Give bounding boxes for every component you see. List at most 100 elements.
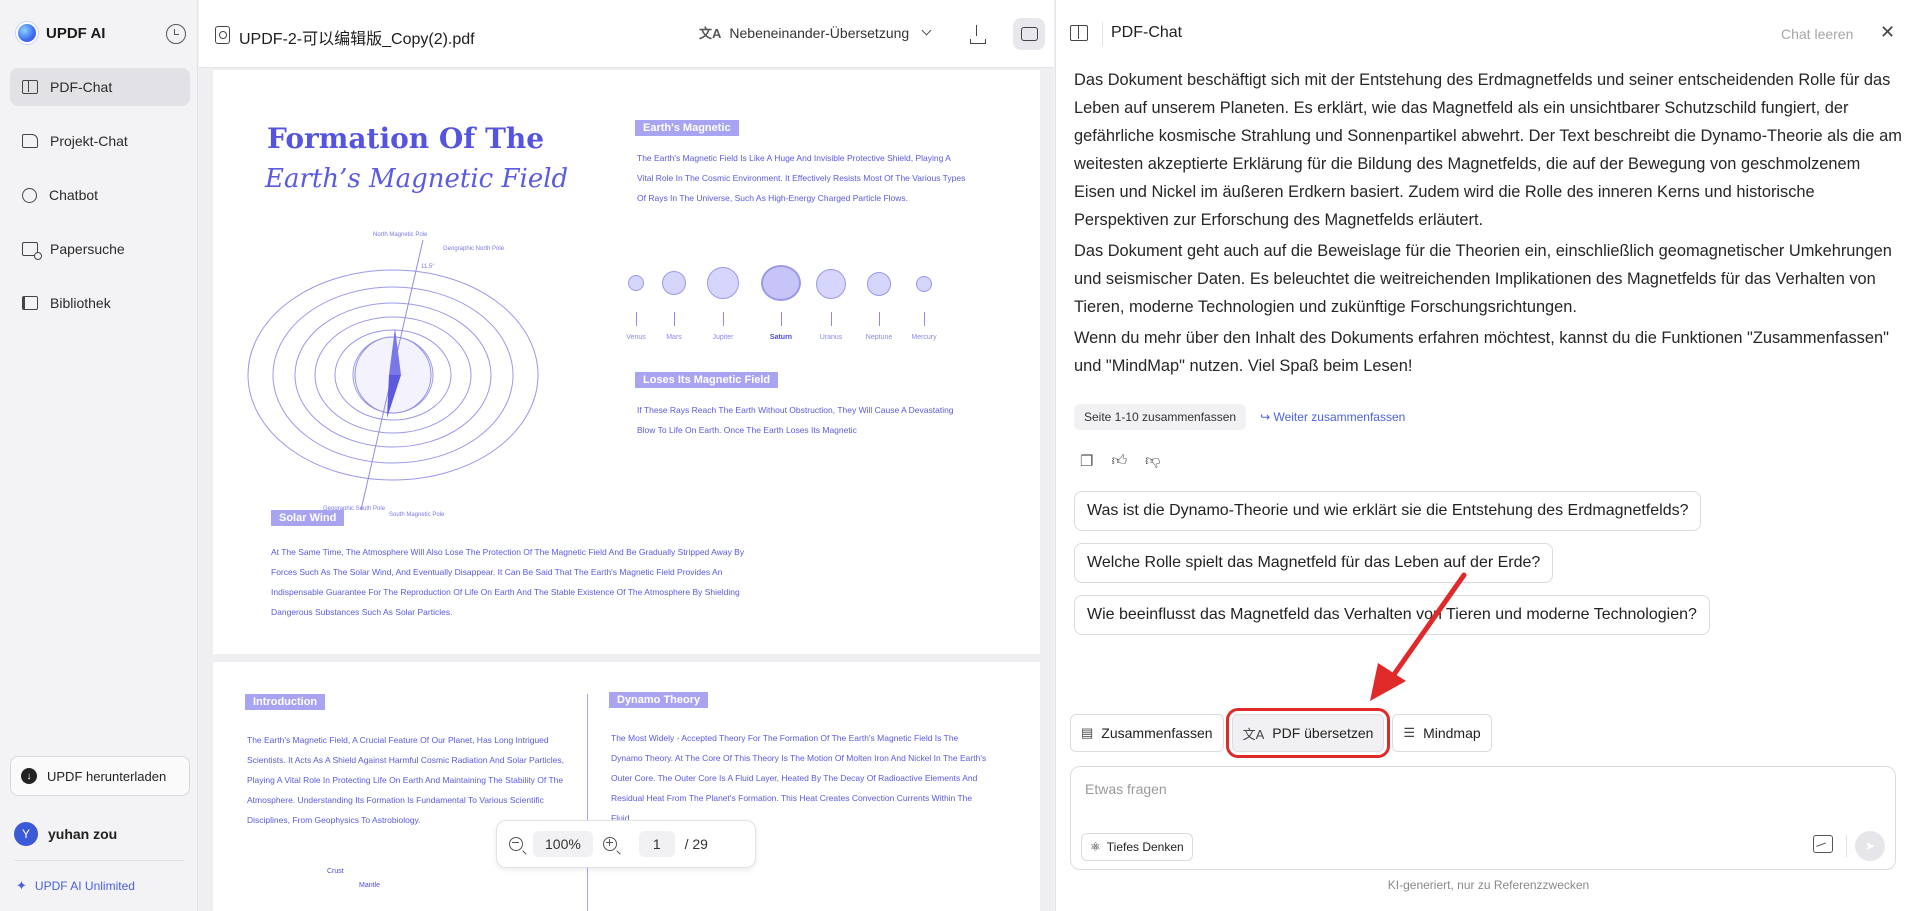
plan-link[interactable]: ✦ UPDF AI Unlimited xyxy=(16,878,135,894)
column-divider xyxy=(587,694,588,911)
download-label: UPDF herunterladen xyxy=(47,768,167,784)
summarize-pages-chip[interactable]: Seite 1-10 zusammenfassen xyxy=(1074,404,1247,430)
mindmap-label: Mindmap xyxy=(1423,725,1481,741)
chevron-down-icon xyxy=(921,25,932,36)
feedback-row: ❐ 👍︎ 👎︎ xyxy=(1080,452,1160,470)
brand[interactable]: UPDF AI xyxy=(16,22,105,44)
suggested-question[interactable]: Was ist die Dynamo-Theorie und wie erklä… xyxy=(1074,491,1702,531)
translate-icon: 文A xyxy=(699,26,722,41)
summarize-button[interactable]: ▤ Zusammenfassen xyxy=(1070,714,1224,752)
sidebar-item-label: Projekt-Chat xyxy=(50,133,128,149)
planet-label: Uranus xyxy=(819,334,843,341)
book-icon[interactable] xyxy=(1070,25,1088,41)
sparkle-icon: ✦ xyxy=(16,878,27,893)
planet-venus xyxy=(628,275,644,291)
planet-label: Mars xyxy=(666,334,682,341)
sidebar-item-project-chat[interactable]: Projekt-Chat xyxy=(10,122,190,160)
sidebar-item-library[interactable]: Bibliothek xyxy=(10,284,190,322)
ai-disclaimer: KI-generiert, nur zu Referenzzwecken xyxy=(1387,878,1590,892)
page-title-line2: Earth’s Magnetic Field xyxy=(265,164,569,194)
user-profile[interactable]: Y yuhan zou xyxy=(14,822,117,846)
planet-row: Venus Mars Jupiter Saturn Uranus Neptune… xyxy=(621,260,941,360)
history-icon[interactable] xyxy=(166,24,186,44)
chat-header: PDF-Chat Chat leeren ✕ xyxy=(1056,0,1920,68)
thumbs-down-icon[interactable]: 👎︎ xyxy=(1145,452,1160,470)
sidebar: UPDF AI PDF-Chat Projekt-Chat Chatbot Pa… xyxy=(0,0,198,911)
arrow-right-icon: ↪ xyxy=(1260,410,1274,424)
section-tag-introduction: Introduction xyxy=(245,694,326,710)
chat-input[interactable] xyxy=(1085,781,1865,797)
folder-icon xyxy=(22,134,38,148)
page-total: / 29 xyxy=(684,836,708,852)
pdf-file-icon xyxy=(215,26,230,44)
chat-input-box: ⚛ Tiefes Denken ➤ xyxy=(1070,766,1896,870)
document-title: UPDF-2-可以编辑版_Copy(2).pdf xyxy=(239,31,475,48)
section-tag-earths-magnetic: Earth's Magnetic xyxy=(635,120,739,136)
download-icon[interactable] xyxy=(965,22,989,46)
translation-mode-dropdown[interactable]: 文A Nebeneinander-Übersetzung xyxy=(699,23,932,42)
angle-label: 11.5° xyxy=(421,264,435,270)
pdf-viewer: UPDF-2-可以编辑版_Copy(2).pdf 文A Nebeneinande… xyxy=(199,0,1054,911)
plan-label: UPDF AI Unlimited xyxy=(34,879,135,893)
divider xyxy=(1102,22,1103,46)
planet-label: Neptune xyxy=(865,334,893,341)
pdf-page-2: Introduction The Earth's Magnetic Field,… xyxy=(213,662,1040,911)
paragraph-introduction: The Earth's Magnetic Field, A Crucial Fe… xyxy=(247,735,565,825)
sidebar-item-pdf-chat[interactable]: PDF-Chat xyxy=(10,68,190,106)
bot-icon xyxy=(22,187,37,203)
suggested-question[interactable]: Welche Rolle spielt das Magnetfeld für d… xyxy=(1074,543,1554,583)
planet-uranus xyxy=(816,269,846,299)
deep-think-toggle[interactable]: ⚛ Tiefes Denken xyxy=(1081,833,1193,861)
sidebar-item-label: Bibliothek xyxy=(50,295,111,311)
planet-tick xyxy=(781,312,782,326)
north-magnetic-label: North Magnetic Pole xyxy=(373,232,428,238)
thumbs-up-icon[interactable]: 👍︎ xyxy=(1111,452,1127,470)
sidebar-nav: PDF-Chat Projekt-Chat Chatbot Papersuche… xyxy=(10,68,190,338)
send-icon[interactable]: ➤ xyxy=(1855,831,1885,861)
planet-tick xyxy=(879,312,880,326)
image-upload-icon[interactable] xyxy=(1813,835,1833,853)
planet-label: Venus xyxy=(626,334,646,341)
download-updf-button[interactable]: ↓ UPDF herunterladen xyxy=(10,756,190,796)
planet-mars xyxy=(662,271,686,295)
zoom-out-icon[interactable] xyxy=(509,837,523,851)
sidebar-item-paper-search[interactable]: Papersuche xyxy=(10,230,190,268)
divider xyxy=(14,860,184,861)
avatar: Y xyxy=(14,822,38,846)
pdf-page-1: Formation Of The Earth’s Magnetic Field … xyxy=(213,70,1040,654)
ai-chat-toggle-icon[interactable] xyxy=(1013,18,1045,50)
mindmap-icon: ☰ xyxy=(1403,725,1416,740)
chat-panel: PDF-Chat Chat leeren ✕ Das Dokument besc… xyxy=(1055,0,1920,911)
planet-label: Mercury xyxy=(911,334,937,341)
divider xyxy=(1846,835,1847,857)
translation-mode-label: Nebeneinander-Übersetzung xyxy=(729,24,910,41)
planet-tick xyxy=(924,312,925,326)
ai-answer: Das Dokument beschäftigt sich mit der En… xyxy=(1074,66,1904,383)
close-icon[interactable]: ✕ xyxy=(1880,22,1895,43)
zoom-level[interactable]: 100% xyxy=(533,831,593,857)
planet-tick xyxy=(674,312,675,326)
zoom-in-icon[interactable] xyxy=(602,837,617,851)
planet-tick xyxy=(636,312,637,326)
continue-summarize-link[interactable]: ↪ Weiter zusammenfassen xyxy=(1260,410,1405,424)
copy-icon[interactable]: ❐ xyxy=(1080,452,1093,470)
paragraph-dynamo: The Most Widely - Accepted Theory For Th… xyxy=(611,733,987,823)
planet-tick xyxy=(831,312,832,326)
paragraph-solar-wind: At The Same Time, The Atmosphere Will Al… xyxy=(271,547,745,617)
translate-icon: 文A xyxy=(1242,726,1265,742)
mindmap-button[interactable]: ☰ Mindmap xyxy=(1392,714,1492,752)
answer-paragraph: Das Dokument geht auch auf die Beweislag… xyxy=(1074,242,1892,316)
translate-pdf-button[interactable]: 文A PDF übersetzen xyxy=(1225,708,1391,758)
summary-actions: Seite 1-10 zusammenfassen ↪ Weiter zusam… xyxy=(1074,404,1405,430)
crust-label: Crust xyxy=(327,868,344,875)
planet-mercury xyxy=(916,276,932,292)
summary-icon: ▤ xyxy=(1081,725,1094,740)
clear-chat-button[interactable]: Chat leeren xyxy=(1781,26,1853,42)
summarize-label: Zusammenfassen xyxy=(1101,725,1213,741)
section-tag-dynamo: Dynamo Theory xyxy=(609,692,709,708)
sidebar-item-chatbot[interactable]: Chatbot xyxy=(10,176,190,214)
continue-summarize-label: Weiter zusammenfassen xyxy=(1273,410,1406,424)
suggested-question[interactable]: Wie beeinflusst das Magnetfeld das Verha… xyxy=(1074,595,1710,635)
geographic-north-label: Geographic North Pole xyxy=(443,246,505,252)
page-number-input[interactable]: 1 xyxy=(638,831,675,857)
